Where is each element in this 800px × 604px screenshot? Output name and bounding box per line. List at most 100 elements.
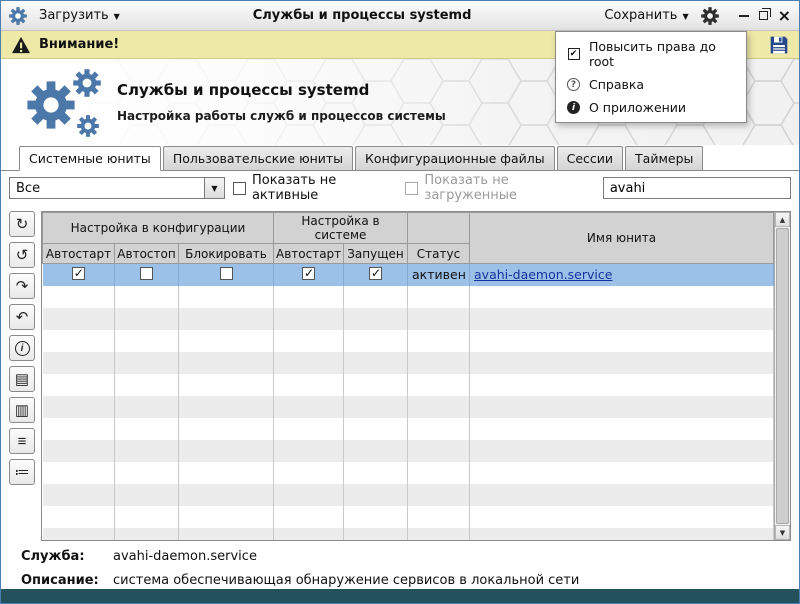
view-config-button[interactable]: ▤ <box>9 366 35 392</box>
scroll-down-icon[interactable]: ▼ <box>775 525 790 540</box>
main-area: ↻ ↺ ↷ ↶ i ▤ ▥ ≡ ≔ Настройка в конфигурац… <box>1 205 799 541</box>
tab-sessions[interactable]: Сессии <box>557 146 623 170</box>
menu-item-elevate-root[interactable]: ✔ Повысить права до root <box>556 35 746 73</box>
description-value: система обеспечивающая обнаружение серви… <box>113 573 579 588</box>
tab-system-units[interactable]: Системные юниты <box>19 146 161 171</box>
menu-item-elevate-root-label: Повысить права до root <box>589 39 736 69</box>
settings-gear-icon[interactable] <box>701 7 719 25</box>
column-header-autostart-config[interactable]: Автостарт <box>43 244 115 264</box>
table-row-empty <box>43 418 774 440</box>
save-menu-label: Сохранить <box>604 8 677 23</box>
unit-name-link[interactable]: avahi-daemon.service <box>474 267 612 282</box>
show-inactive-checkbox-group: Показать не активные <box>233 173 397 203</box>
show-unloaded-checkbox[interactable] <box>405 182 418 195</box>
app-gear-icon <box>9 7 27 25</box>
restart-unit-button[interactable]: ↺ <box>9 242 35 268</box>
table-row-empty <box>43 440 774 462</box>
column-header-autostart-system[interactable]: Автостарт <box>274 244 344 264</box>
document-edit-icon: ▥ <box>15 401 29 419</box>
autostop-config-checkbox[interactable] <box>140 267 153 280</box>
start-unit-button[interactable]: ↷ <box>9 273 35 299</box>
warning-text: Внимание! <box>39 37 119 52</box>
help-icon: ? <box>567 78 580 91</box>
elevate-root-check-icon: ✔ <box>568 48 580 60</box>
units-table: Настройка в конфигурации Настройка в сис… <box>42 212 774 541</box>
table-row-empty <box>43 484 774 506</box>
service-label: Служба: <box>21 549 113 564</box>
group-header-config: Настройка в конфигурации <box>43 213 274 244</box>
show-unloaded-label: Показать не загруженные <box>424 173 594 203</box>
app-window: Загрузить ▼ Службы и процессы systemd Со… <box>0 0 800 604</box>
column-header-block[interactable]: Блокировать <box>179 244 274 264</box>
table-row-empty <box>43 330 774 352</box>
unit-info-button[interactable]: i <box>9 335 35 361</box>
details-panel: Служба: avahi-daemon.service Описание: с… <box>1 541 799 589</box>
list-icon: ≡ <box>18 433 27 450</box>
dependencies-button[interactable]: ≔ <box>9 459 35 485</box>
menu-item-help[interactable]: ? Справка <box>556 73 746 96</box>
stop-unit-button[interactable]: ↶ <box>9 304 35 330</box>
service-value: avahi-daemon.service <box>113 549 257 564</box>
search-input[interactable] <box>603 177 791 199</box>
refresh-button[interactable]: ↻ <box>9 211 35 237</box>
edit-config-button[interactable]: ▥ <box>9 397 35 423</box>
tab-config-files[interactable]: Конфигурационные файлы <box>355 146 555 170</box>
autostart-config-checkbox[interactable] <box>72 267 85 280</box>
load-menu-button[interactable]: Загрузить ▼ <box>33 5 126 26</box>
tab-timers[interactable]: Таймеры <box>625 146 703 170</box>
banner-subtitle: Настройка работы служб и процессов систе… <box>117 109 446 123</box>
stop-icon: ↶ <box>16 308 29 326</box>
refresh-icon: ↻ <box>16 215 29 233</box>
tab-user-units[interactable]: Пользовательские юниты <box>163 146 353 170</box>
column-header-status[interactable]: Статус <box>408 244 470 264</box>
restart-icon: ↺ <box>16 246 29 264</box>
table-row-empty <box>43 352 774 374</box>
group-header-gap <box>408 213 470 244</box>
app-logo-gears-icon <box>25 65 115 141</box>
scroll-up-icon[interactable]: ▲ <box>775 212 790 227</box>
window-controls: × <box>739 10 791 22</box>
dropdown-arrow-icon[interactable]: ▼ <box>204 178 224 198</box>
table-row-empty <box>43 462 774 484</box>
show-inactive-checkbox[interactable] <box>233 182 246 195</box>
show-inactive-label: Показать не активные <box>252 173 397 203</box>
scrollbar-thumb[interactable] <box>776 228 789 524</box>
unit-type-dropdown[interactable]: Все ▼ <box>9 177 225 199</box>
about-info-icon: i <box>567 101 580 114</box>
menu-item-help-label: Справка <box>589 77 644 92</box>
table-row-selected[interactable]: активен avahi-daemon.service <box>43 264 774 286</box>
vertical-scrollbar[interactable]: ▲ ▼ <box>774 212 790 540</box>
save-menu-button[interactable]: Сохранить ▼ <box>598 5 694 26</box>
banner-title: Службы и процессы systemd <box>117 81 446 99</box>
autostart-system-checkbox[interactable] <box>302 267 315 280</box>
caret-down-icon: ▼ <box>114 12 120 21</box>
info-icon: i <box>15 341 30 356</box>
save-floppy-icon[interactable] <box>769 35 789 55</box>
unit-table-body: активен avahi-daemon.service <box>43 264 774 542</box>
close-icon[interactable]: × <box>778 10 791 22</box>
units-table-area: Настройка в конфигурации Настройка в сис… <box>41 211 791 541</box>
column-header-running[interactable]: Запущен <box>344 244 408 264</box>
show-unloaded-checkbox-group: Показать не загруженные <box>405 173 594 203</box>
side-toolbar: ↻ ↺ ↷ ↶ i ▤ ▥ ≡ ≔ <box>9 211 37 541</box>
block-config-checkbox[interactable] <box>220 267 233 280</box>
load-menu-label: Загрузить <box>39 8 109 23</box>
bottom-bar <box>1 589 799 603</box>
document-icon: ▤ <box>15 370 29 388</box>
running-checkbox[interactable] <box>369 267 382 280</box>
checklist-icon: ≔ <box>15 463 30 481</box>
column-header-autostop[interactable]: Автостоп <box>115 244 179 264</box>
table-row-empty <box>43 506 774 528</box>
options-menu-popup: ✔ Повысить права до root ? Справка i О п… <box>555 31 747 123</box>
menu-item-about[interactable]: i О приложении <box>556 96 746 119</box>
start-icon: ↷ <box>16 277 29 295</box>
titlebar: Загрузить ▼ Службы и процессы systemd Со… <box>1 1 799 31</box>
maximize-restore-icon[interactable] <box>759 11 768 20</box>
table-row-empty <box>43 528 774 542</box>
warning-icon <box>11 36 31 54</box>
description-label: Описание: <box>21 573 113 588</box>
column-header-unit-name[interactable]: Имя юнита <box>470 213 774 264</box>
journal-button[interactable]: ≡ <box>9 428 35 454</box>
minimize-icon[interactable] <box>739 15 749 17</box>
caret-down-icon: ▼ <box>682 12 688 21</box>
